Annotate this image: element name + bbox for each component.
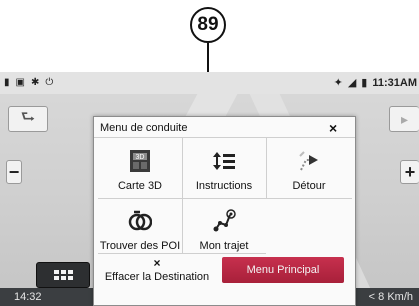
minus-icon: − (8, 161, 20, 182)
menu-item-label: Trouver des POI (99, 240, 181, 252)
menu-item-label: Mon trajet (199, 240, 249, 252)
menu-item-detour[interactable]: Détour (266, 138, 352, 198)
status-time: 11:31AM (372, 76, 417, 89)
location-icon: ✦ (333, 77, 343, 89)
instructions-icon (212, 147, 236, 175)
menu-item-find-poi[interactable]: Trouver des POI (98, 198, 182, 253)
status-icons-right: ✦ ◢ ▮ 11:31AM (333, 76, 417, 90)
flag-plus-icon: ▸ (400, 110, 409, 127)
clear-destination-button[interactable]: × Effacer la Destination (98, 257, 216, 291)
clear-destination-label: Effacer la Destination (104, 271, 210, 283)
zoom-out-button[interactable]: − (6, 160, 22, 184)
close-icon: × (153, 256, 161, 270)
back-button[interactable]: ⮑ (8, 106, 48, 132)
status-icons-left: ▮ ▣ ✱ ⏻ (4, 77, 53, 89)
power-icon: ⏻ (45, 77, 54, 88)
image-icon: ▣ (15, 77, 25, 88)
callout-number: 89 (190, 7, 226, 43)
menu-item-label: Carte 3D (117, 180, 163, 192)
menu-grid: 3D Carte 3D Instructions Détour Trouver … (98, 138, 352, 254)
svg-text:3D: 3D (136, 154, 145, 161)
sms-icon: ▮ (4, 77, 10, 88)
divider (98, 253, 266, 254)
bluetooth-icon: ✱ (30, 77, 40, 88)
grid-icon (53, 270, 73, 280)
menu-item-my-route[interactable]: Mon trajet (182, 198, 266, 253)
route-icon (212, 207, 236, 235)
bottom-clock: 14:32 (14, 291, 42, 303)
menu-item-label: Détour (292, 180, 326, 192)
menu-item-label: Instructions (195, 180, 253, 192)
zoom-in-button[interactable]: + (400, 160, 419, 184)
signal-icon: ◢ (347, 77, 357, 89)
back-arrow-icon: ⮑ (20, 108, 36, 126)
battery-icon: ▮ (361, 77, 368, 89)
add-waypoint-button[interactable]: ▸ (389, 106, 419, 132)
map-3d-icon: 3D (129, 147, 151, 175)
main-menu-button[interactable]: Menu Principal (222, 257, 344, 283)
menu-item-3d-map[interactable]: 3D Carte 3D (98, 138, 182, 198)
close-button[interactable]: × (329, 120, 337, 136)
detour-icon (298, 147, 320, 175)
driving-menu-dialog: Menu de conduite × 3D Carte 3D Instructi… (93, 116, 356, 306)
status-bar: ▮ ▣ ✱ ⏻ ✦ ◢ ▮ 11:31AM (0, 72, 419, 94)
poi-search-icon (128, 207, 152, 235)
speed-readout: < 8 Km/h (368, 291, 413, 303)
plus-icon: + (404, 161, 416, 182)
menu-item-instructions[interactable]: Instructions (182, 138, 266, 198)
menu-grid-button[interactable] (36, 262, 90, 288)
dialog-title: Menu de conduite (100, 122, 188, 134)
